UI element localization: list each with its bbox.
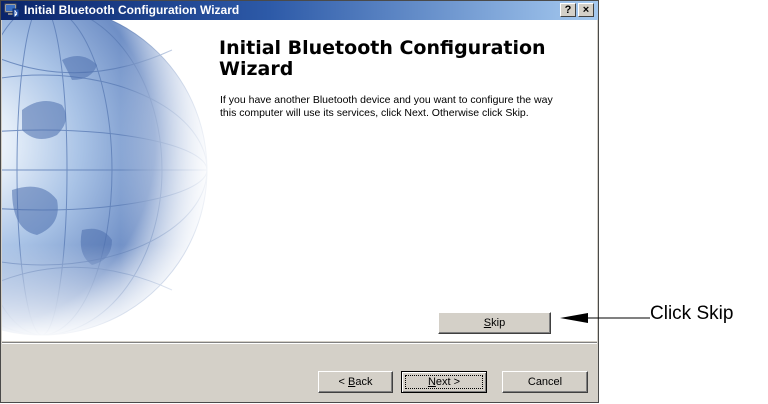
wizard-content-panel: Initial Bluetooth Configuration Wizard I… — [2, 20, 597, 341]
back-button[interactable]: < Back — [318, 371, 393, 393]
next-label: ext > — [435, 376, 461, 388]
wizard-description: If you have another Bluetooth device and… — [220, 94, 553, 119]
title-bar[interactable]: Initial Bluetooth Configuration Wizard ?… — [1, 1, 598, 20]
wizard-window: Initial Bluetooth Configuration Wizard ?… — [0, 0, 599, 403]
close-button[interactable]: × — [578, 3, 594, 17]
globe-graphic-icon — [2, 20, 217, 341]
callout-label: Click Skip — [650, 303, 734, 324]
window-title: Initial Bluetooth Configuration Wizard — [24, 3, 240, 17]
help-button[interactable]: ? — [560, 3, 576, 17]
cancel-button[interactable]: Cancel — [502, 371, 588, 393]
skip-label: kip — [491, 317, 506, 329]
skip-button[interactable]: Skip — [438, 312, 551, 334]
callout-arrow-icon — [560, 313, 650, 323]
bluetooth-app-icon — [4, 3, 20, 18]
button-separator — [2, 342, 597, 344]
back-prefix: < — [338, 376, 348, 388]
back-label: ack — [355, 376, 373, 388]
next-accel: N — [427, 376, 436, 388]
wizard-heading: Initial Bluetooth Configuration Wizard — [219, 37, 546, 80]
next-button[interactable]: Next > — [401, 371, 487, 393]
